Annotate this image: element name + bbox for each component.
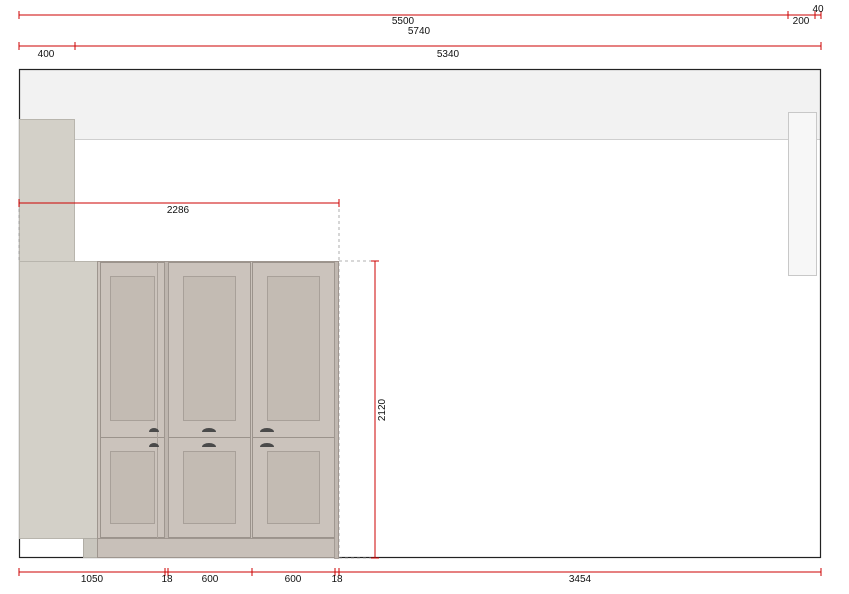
dim-label-bottom-600b: 600 (285, 574, 302, 585)
door-upper-inset (110, 276, 155, 421)
dim-label-2120: 2120 (377, 398, 388, 421)
dim-row-bottom (18, 568, 822, 576)
dim-label-bottom-18b: 18 (331, 574, 343, 585)
door-column-2 (168, 262, 251, 538)
dim-row-3 (18, 42, 822, 50)
left-lower-panel (19, 261, 98, 539)
dim-label-total: 5740 (408, 26, 431, 37)
door-upper-inset (267, 276, 320, 421)
kitchen-elevation-drawing: 5500 200 40 5740 400 5340 2286 2120 1050… (18, 4, 824, 585)
dim-row-1 (18, 11, 822, 19)
dim-label-400: 400 (38, 49, 55, 60)
dim-label-edge: 40 (812, 4, 824, 15)
door-lower-inset (110, 451, 155, 524)
door-column-1 (100, 262, 165, 538)
tall-cabinet-bank (97, 261, 339, 559)
ceiling-band (19, 69, 821, 140)
door-column-3 (252, 262, 335, 538)
cabinet-plinth (97, 538, 339, 558)
divider-panel (164, 261, 169, 539)
dim-label-2286: 2286 (167, 205, 190, 216)
end-panel (334, 261, 339, 559)
right-wall-panel (788, 112, 817, 276)
door-upper-inset (183, 276, 236, 421)
dim-label-5340: 5340 (437, 49, 460, 60)
dim-label-bottom-1050: 1050 (81, 574, 104, 585)
door-lower-inset (183, 451, 236, 524)
door-lower-inset (267, 451, 320, 524)
dim-label-bottom-18a: 18 (161, 574, 173, 585)
dim-label-bottom-600a: 600 (202, 574, 219, 585)
dim-label-bottom-3454: 3454 (569, 574, 592, 585)
dim-label-right-gap: 200 (793, 16, 810, 27)
